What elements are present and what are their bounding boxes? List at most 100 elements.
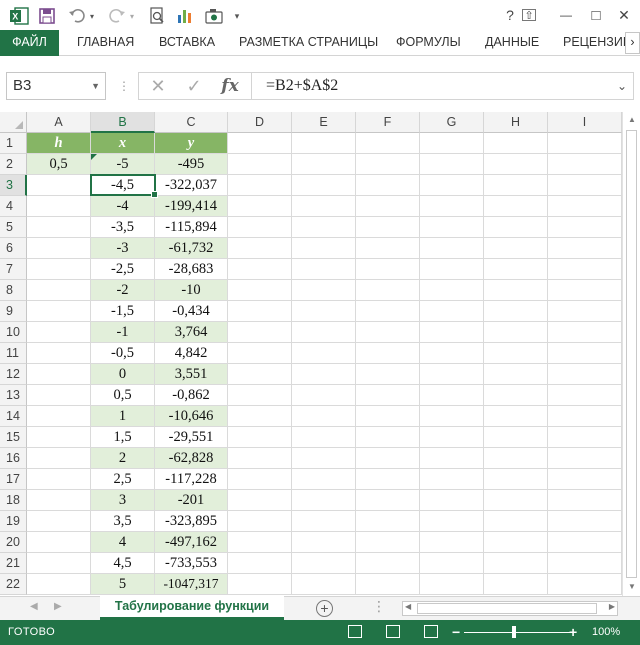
cell-b22[interactable]: 5: [91, 574, 155, 595]
cell-c20[interactable]: -497,162: [155, 532, 228, 553]
cell-b2[interactable]: -5: [91, 154, 155, 175]
row-header-19[interactable]: 19: [0, 511, 27, 532]
cell-a6[interactable]: [27, 238, 91, 259]
cell-g11[interactable]: [420, 343, 484, 364]
cell-h2[interactable]: [484, 154, 548, 175]
cell-d18[interactable]: [228, 490, 292, 511]
cancel-icon[interactable]: ✕: [143, 75, 173, 97]
cell-c13[interactable]: -0,862: [155, 385, 228, 406]
tab-page-layout[interactable]: РАЗМЕТКА СТРАНИЦЫ: [239, 30, 378, 56]
cell-b16[interactable]: 2: [91, 448, 155, 469]
cell-e19[interactable]: [292, 511, 356, 532]
select-all-button[interactable]: [0, 112, 27, 133]
cell-a20[interactable]: [27, 532, 91, 553]
cell-c3[interactable]: -322,037: [155, 175, 228, 196]
row-header-21[interactable]: 21: [0, 553, 27, 574]
cell-g2[interactable]: [420, 154, 484, 175]
cell-d1[interactable]: [228, 133, 292, 154]
cell-c5[interactable]: -115,894: [155, 217, 228, 238]
cell-f11[interactable]: [356, 343, 420, 364]
row-header-18[interactable]: 18: [0, 490, 27, 511]
cell-h19[interactable]: [484, 511, 548, 532]
cell-b13[interactable]: 0,5: [91, 385, 155, 406]
cell-i4[interactable]: [548, 196, 622, 217]
cell-h9[interactable]: [484, 301, 548, 322]
cell-g20[interactable]: [420, 532, 484, 553]
cell-g9[interactable]: [420, 301, 484, 322]
cell-a9[interactable]: [27, 301, 91, 322]
cell-a22[interactable]: [27, 574, 91, 595]
column-header-b[interactable]: B: [91, 112, 155, 133]
row-header-20[interactable]: 20: [0, 532, 27, 553]
cell-a11[interactable]: [27, 343, 91, 364]
cell-g18[interactable]: [420, 490, 484, 511]
cell-e1[interactable]: [292, 133, 356, 154]
row-header-12[interactable]: 12: [0, 364, 27, 385]
name-box-dropdown-icon[interactable]: ▼: [91, 73, 100, 99]
cell-a17[interactable]: [27, 469, 91, 490]
cell-f4[interactable]: [356, 196, 420, 217]
cell-c8[interactable]: -10: [155, 280, 228, 301]
cell-f19[interactable]: [356, 511, 420, 532]
page-layout-view-icon[interactable]: [386, 625, 400, 638]
cell-b18[interactable]: 3: [91, 490, 155, 511]
cell-h4[interactable]: [484, 196, 548, 217]
row-header-13[interactable]: 13: [0, 385, 27, 406]
cell-e12[interactable]: [292, 364, 356, 385]
cell-g6[interactable]: [420, 238, 484, 259]
scroll-down-icon[interactable]: ▼: [626, 582, 638, 591]
cell-f17[interactable]: [356, 469, 420, 490]
cell-d17[interactable]: [228, 469, 292, 490]
name-box[interactable]: B3 ▼: [6, 72, 106, 100]
cell-e2[interactable]: [292, 154, 356, 175]
tab-insert[interactable]: ВСТАВКА: [159, 30, 215, 56]
cell-f2[interactable]: [356, 154, 420, 175]
cell-c9[interactable]: -0,434: [155, 301, 228, 322]
cell-h17[interactable]: [484, 469, 548, 490]
cell-i19[interactable]: [548, 511, 622, 532]
zoom-in-button[interactable]: +: [569, 624, 577, 640]
cell-a21[interactable]: [27, 553, 91, 574]
cell-e22[interactable]: [292, 574, 356, 595]
cell-e4[interactable]: [292, 196, 356, 217]
cell-g22[interactable]: [420, 574, 484, 595]
cell-e14[interactable]: [292, 406, 356, 427]
cell-g5[interactable]: [420, 217, 484, 238]
cell-e6[interactable]: [292, 238, 356, 259]
cell-c18[interactable]: -201: [155, 490, 228, 511]
cell-c16[interactable]: -62,828: [155, 448, 228, 469]
cell-d16[interactable]: [228, 448, 292, 469]
cell-c15[interactable]: -29,551: [155, 427, 228, 448]
cell-e13[interactable]: [292, 385, 356, 406]
cell-i6[interactable]: [548, 238, 622, 259]
tab-home[interactable]: ГЛАВНАЯ: [77, 30, 134, 56]
customize-icon[interactable]: ▾: [232, 6, 242, 26]
cell-i7[interactable]: [548, 259, 622, 280]
cell-f5[interactable]: [356, 217, 420, 238]
tab-file[interactable]: ФАЙЛ: [0, 30, 59, 56]
cell-g19[interactable]: [420, 511, 484, 532]
cell-c7[interactable]: -28,683: [155, 259, 228, 280]
row-header-6[interactable]: 6: [0, 238, 27, 259]
redo-icon[interactable]: [108, 6, 126, 26]
cell-d15[interactable]: [228, 427, 292, 448]
cell-f3[interactable]: [356, 175, 420, 196]
cell-g12[interactable]: [420, 364, 484, 385]
cell-d21[interactable]: [228, 553, 292, 574]
cell-a13[interactable]: [27, 385, 91, 406]
cell-i22[interactable]: [548, 574, 622, 595]
cell-e18[interactable]: [292, 490, 356, 511]
cell-b19[interactable]: 3,5: [91, 511, 155, 532]
enter-icon[interactable]: ✓: [179, 75, 209, 97]
cell-b3[interactable]: -4,5: [91, 175, 155, 196]
cell-g16[interactable]: [420, 448, 484, 469]
expand-formula-bar-icon[interactable]: ⌄: [617, 73, 627, 99]
ribbon-scroll-right-button[interactable]: ›: [625, 32, 640, 54]
cell-a8[interactable]: [27, 280, 91, 301]
cell-i1[interactable]: [548, 133, 622, 154]
cell-a16[interactable]: [27, 448, 91, 469]
horizontal-scroll-thumb[interactable]: [417, 603, 597, 614]
cell-f16[interactable]: [356, 448, 420, 469]
cell-c19[interactable]: -323,895: [155, 511, 228, 532]
horizontal-scrollbar[interactable]: ◀ ▶: [402, 601, 618, 616]
